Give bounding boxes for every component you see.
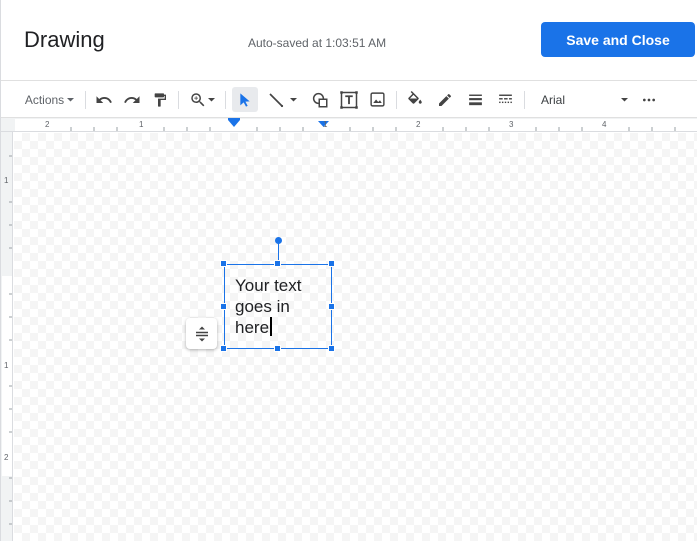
ruler-ticks: [9, 155, 12, 525]
fill-color-icon: [408, 90, 422, 104]
chevron-down-icon: [207, 97, 215, 101]
font-name: Arial: [541, 92, 566, 107]
line-icon: [268, 92, 283, 107]
toolbar-separator: [396, 91, 397, 109]
redo-button[interactable]: [120, 81, 144, 118]
text-cursor: [270, 317, 272, 336]
drawing-canvas[interactable]: [14, 133, 697, 541]
font-selector[interactable]: Arial: [535, 81, 633, 118]
border-dash-button[interactable]: [493, 81, 517, 118]
ruler-label: 3: [509, 120, 514, 129]
text-box[interactable]: Your text goes in here: [224, 264, 332, 349]
autosave-status: Auto-saved at 1:03:51 AM: [248, 36, 387, 50]
image-icon: [369, 92, 385, 107]
text-box-icon: [340, 90, 358, 109]
chevron-down-icon: [67, 97, 75, 101]
dialog-header: Drawing Auto-saved at 1:03:51 AM Save an…: [1, 0, 697, 80]
text-box-button[interactable]: [337, 81, 361, 118]
text-box-text: Your text goes in here: [235, 276, 302, 337]
redo-icon: [124, 95, 140, 103]
ruler-label: 1: [323, 120, 328, 129]
ruler-ticks: [70, 118, 676, 131]
ruler-label: 2: [416, 120, 421, 129]
border-color-button[interactable]: [433, 81, 457, 118]
toolbar-separator: [524, 91, 525, 109]
toolbar-separator: [178, 91, 179, 109]
actions-menu-button[interactable]: Actions: [19, 81, 81, 118]
ruler-label: 1: [4, 176, 9, 185]
chevron-down-icon: [289, 97, 297, 101]
resize-handle-top-left[interactable]: [220, 260, 227, 267]
zoom-button[interactable]: [185, 81, 219, 118]
line-button[interactable]: [262, 81, 302, 118]
more-button[interactable]: [637, 81, 661, 118]
toolbar: Actions Arial: [1, 80, 697, 118]
drawing-dialog: Drawing Auto-saved at 1:03:51 AM Save an…: [0, 0, 697, 541]
border-dash-icon: [498, 94, 512, 104]
vertical-align-button[interactable]: [186, 318, 217, 349]
paint-format-icon: [154, 92, 166, 107]
ruler-label: 4: [602, 120, 607, 129]
actions-label: Actions: [24, 92, 65, 107]
ruler-label: 1: [139, 120, 144, 129]
resize-handle-top-right[interactable]: [328, 260, 335, 267]
ruler-label: 2: [45, 120, 50, 129]
toolbar-separator: [85, 91, 86, 109]
paint-format-button[interactable]: [148, 81, 172, 118]
ruler-label: 1: [4, 361, 9, 370]
vertical-ruler[interactable]: 1 1 2: [1, 132, 13, 541]
toolbar-separator: [225, 91, 226, 109]
chevron-down-icon: [621, 97, 628, 101]
resize-handle-bottom-left[interactable]: [220, 345, 227, 352]
border-weight-icon: [468, 94, 482, 106]
resize-handle-bottom[interactable]: [274, 345, 281, 352]
fill-color-button[interactable]: [403, 81, 427, 118]
zoom-icon: [190, 92, 204, 106]
resize-handle-right[interactable]: [328, 303, 335, 310]
border-weight-button[interactable]: [463, 81, 487, 118]
horizontal-ruler[interactable]: 2 1 1 2 3 4: [1, 118, 697, 132]
shape-button[interactable]: [308, 81, 332, 118]
ruler-label: 2: [4, 453, 9, 462]
select-icon: [240, 92, 250, 107]
resize-handle-left[interactable]: [220, 303, 227, 310]
rotation-handle[interactable]: [275, 237, 282, 244]
resize-handle-top[interactable]: [274, 260, 281, 267]
more-icon: [643, 98, 655, 101]
dialog-title: Drawing: [24, 27, 105, 52]
border-color-icon: [439, 93, 452, 106]
vertical-align-icon: [195, 326, 208, 341]
undo-button[interactable]: [92, 81, 116, 118]
resize-handle-bottom-right[interactable]: [328, 345, 335, 352]
shape-icon: [312, 92, 328, 107]
save-and-close-button[interactable]: Save and Close: [541, 22, 695, 57]
text-box-content[interactable]: Your text goes in here: [235, 275, 327, 338]
select-button[interactable]: [232, 87, 258, 112]
image-button[interactable]: [365, 81, 389, 118]
undo-icon: [96, 95, 112, 103]
